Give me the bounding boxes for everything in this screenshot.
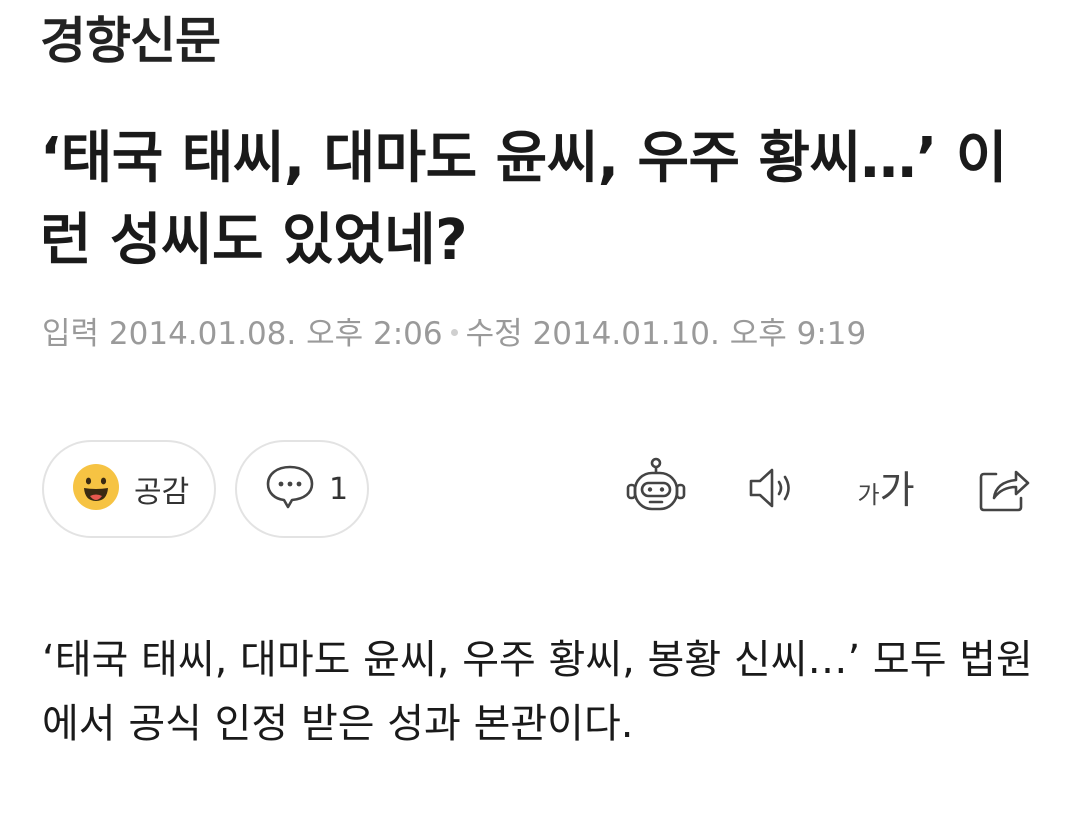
audio-read-button[interactable] — [733, 452, 809, 528]
article-body: ‘태국 태씨, 대마도 윤씨, 우주 황씨, 봉황 신씨…’ 모두 법원에서 공… — [42, 637, 1033, 747]
meta-separator-dot — [450, 329, 458, 336]
font-size-button[interactable]: 가가 — [848, 452, 924, 528]
like-button[interactable]: 공감 — [42, 440, 216, 538]
smiley-face-icon — [72, 463, 120, 515]
font-size-small-glyph: 가 — [857, 481, 880, 509]
article-title: ‘태국 태씨, 대마도 윤씨, 우주 황씨…’ 이런 성씨도 있었네? — [40, 126, 1007, 273]
font-size-icon: 가가 — [857, 471, 914, 509]
font-size-large-glyph: 가 — [879, 468, 915, 512]
published-date: 입력 2014.01.08. 오후 2:06 — [42, 316, 443, 352]
ai-summary-button[interactable] — [618, 452, 694, 528]
comment-button[interactable]: 1 — [235, 440, 369, 538]
speech-bubble-icon — [265, 464, 315, 514]
comment-count: 1 — [329, 471, 349, 507]
article-meta: 입력 2014.01.08. 오후 2:06 수정 2014.01.10. 오후 … — [42, 313, 866, 355]
share-button[interactable] — [966, 452, 1042, 528]
speaker-icon — [741, 458, 801, 522]
share-icon — [974, 458, 1034, 522]
modified-date: 수정 2014.01.10. 오후 9:19 — [465, 316, 867, 352]
newspaper-logo[interactable]: 경향신문 — [40, 10, 221, 72]
like-label: 공감 — [134, 475, 190, 510]
robot-icon — [624, 456, 688, 524]
